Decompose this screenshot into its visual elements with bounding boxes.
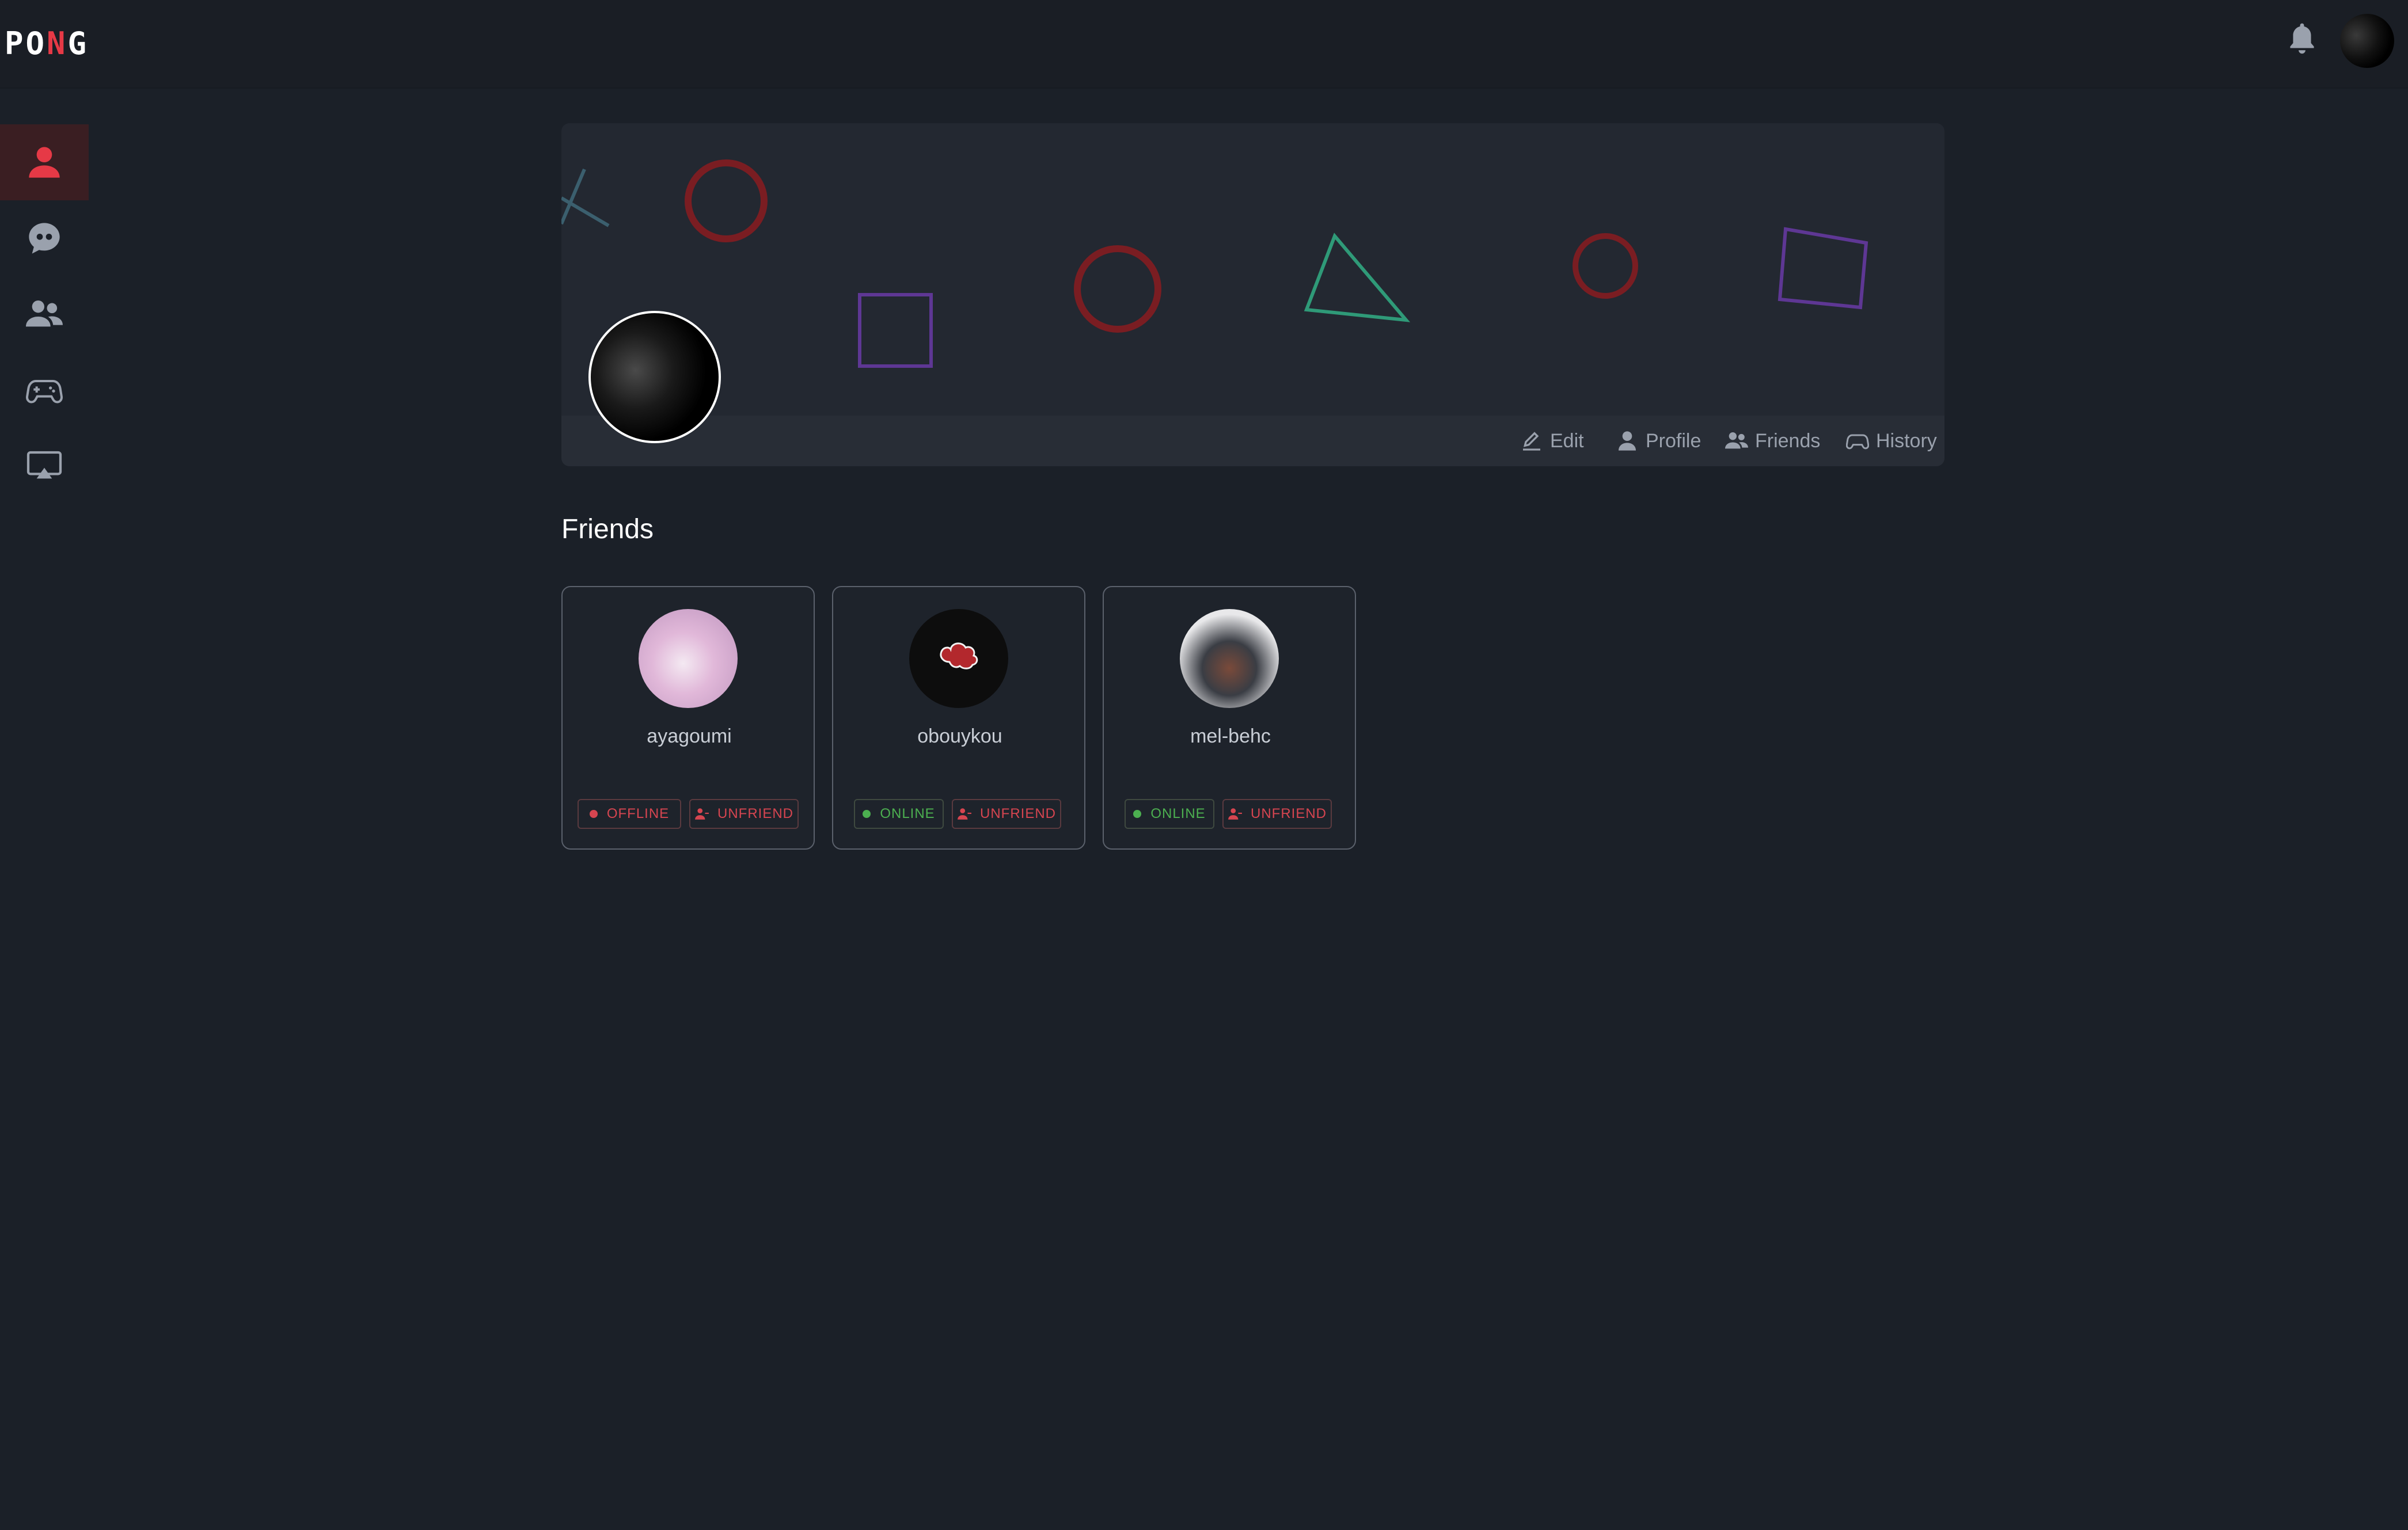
- logo-text-accent: N: [47, 25, 68, 62]
- status-badge: ONLINE: [854, 799, 944, 829]
- section-title: Friends: [561, 514, 654, 545]
- edit-button[interactable]: Edit: [1520, 424, 1584, 458]
- friend-name: ayagoumi: [647, 725, 732, 747]
- sidebar-item-chat[interactable]: [0, 200, 89, 276]
- users-icon: [1725, 432, 1748, 449]
- edit-label: Edit: [1550, 429, 1584, 452]
- friend-avatar[interactable]: [639, 609, 738, 708]
- friend-card: obouykou ONLINE UNFRIEND: [832, 586, 1085, 850]
- unfriend-label: UNFRIEND: [1251, 806, 1327, 821]
- user-icon: [29, 147, 60, 178]
- top-bar: PONG: [0, 0, 2408, 87]
- status-dot: [863, 810, 871, 818]
- status-badge: ONLINE: [1125, 799, 1214, 829]
- pong-logo[interactable]: PONG: [5, 25, 89, 62]
- unfriend-label: UNFRIEND: [717, 806, 793, 821]
- friend-name: obouykou: [917, 725, 1002, 747]
- friend-card: ayagoumi OFFLINE UNFRIEND: [561, 586, 815, 850]
- sidebar-item-profile[interactable]: [0, 124, 89, 200]
- profile-banner: [561, 123, 1944, 466]
- status-dot: [589, 810, 598, 818]
- friend-card: mel-behc ONLINE UNFRIEND: [1103, 586, 1356, 850]
- screen-cast-icon: [26, 451, 62, 479]
- sidebar-item-friends[interactable]: [0, 276, 89, 352]
- user-minus-icon: [1228, 808, 1242, 820]
- gamepad-icon: [1846, 434, 1869, 450]
- user-icon: [1619, 431, 1636, 451]
- unfriend-button[interactable]: UNFRIEND: [1222, 799, 1332, 829]
- sidebar-item-game[interactable]: [0, 352, 89, 428]
- status-label: OFFLINE: [606, 806, 670, 821]
- banner-shapes: [561, 159, 1868, 368]
- profile-avatar: [588, 311, 721, 443]
- friend-avatar[interactable]: [1180, 609, 1279, 708]
- unfriend-label: UNFRIEND: [980, 806, 1056, 821]
- status-badge: OFFLINE: [578, 799, 681, 829]
- status-label: ONLINE: [1150, 806, 1206, 821]
- friends-button[interactable]: Friends: [1725, 424, 1820, 458]
- friend-avatar[interactable]: [909, 609, 1008, 708]
- friends-label: Friends: [1755, 429, 1821, 452]
- profile-button[interactable]: Profile: [1616, 424, 1701, 458]
- bell-icon[interactable]: [2286, 21, 2318, 58]
- status-label: ONLINE: [880, 806, 935, 821]
- logo-text-end: G: [67, 25, 89, 62]
- logo-text-start: PO: [5, 25, 47, 62]
- status-dot: [1133, 810, 1142, 818]
- user-minus-icon: [958, 808, 971, 820]
- unfriend-button[interactable]: UNFRIEND: [689, 799, 799, 829]
- gamepad-icon: [26, 380, 63, 404]
- sidebar-item-watch[interactable]: [0, 428, 89, 504]
- history-button[interactable]: History: [1846, 424, 1937, 458]
- friend-name: mel-behc: [1190, 725, 1271, 747]
- user-minus-icon: [695, 808, 709, 820]
- edit-icon: [1523, 432, 1540, 451]
- users-icon: [26, 300, 63, 327]
- unfriend-button[interactable]: UNFRIEND: [952, 799, 1061, 829]
- history-label: History: [1876, 429, 1937, 452]
- chat-quote-icon: [29, 223, 60, 254]
- profile-label: Profile: [1646, 429, 1701, 452]
- user-avatar[interactable]: [2340, 14, 2394, 68]
